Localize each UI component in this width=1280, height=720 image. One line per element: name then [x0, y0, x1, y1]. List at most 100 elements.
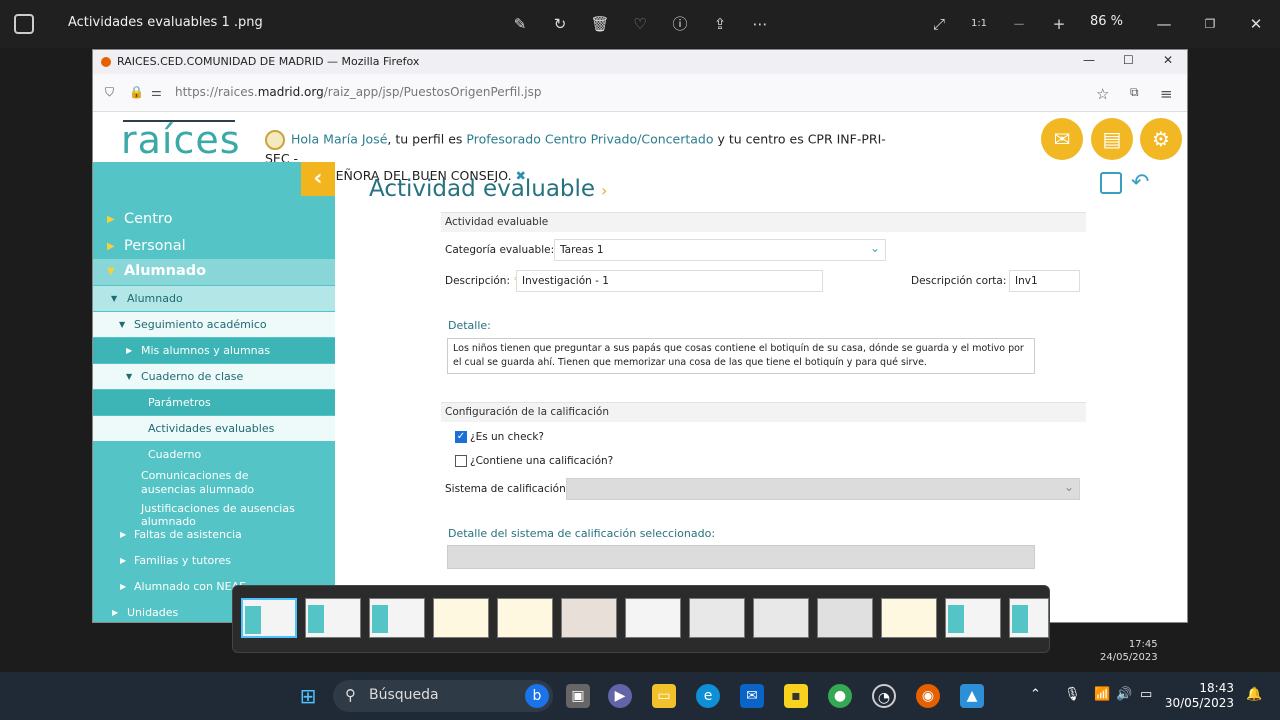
actual-size-button[interactable]: 1:1 — [967, 12, 991, 36]
mail-app-icon[interactable]: ✉ — [740, 684, 764, 708]
info-icon[interactable]: ⓘ — [668, 12, 692, 36]
save-icon[interactable] — [1100, 172, 1122, 194]
bing-icon[interactable]: b — [525, 684, 549, 708]
thumbnail[interactable] — [1009, 598, 1049, 638]
battery-icon[interactable]: ▭ — [1140, 687, 1152, 702]
fullscreen-icon[interactable]: ⤢ — [927, 12, 951, 36]
es-check-label: ¿Es un check? — [470, 431, 544, 443]
ff-minimize-icon[interactable]: — — [1083, 53, 1095, 67]
share-icon[interactable]: ⇪ — [708, 12, 732, 36]
raices-logo[interactable]: raíces — [121, 118, 241, 162]
inner-time: 17:45 — [1128, 639, 1158, 650]
thumbnail[interactable] — [625, 598, 681, 638]
thumbnail[interactable] — [881, 598, 937, 638]
settings-gear-icon[interactable]: ⚙ — [1140, 118, 1182, 160]
thumbnail[interactable] — [305, 598, 361, 638]
sidebar-item-comunicaciones[interactable]: Comunicaciones de ausencias alumnado — [93, 468, 335, 498]
sidebar-item-mis-alumnos[interactable]: ▶ Mis alumnos y alumnas — [93, 338, 335, 363]
taskbar: ⊞ ⚲ Búsqueda b ▣ ▶ ▭ e ✉ ▪ ● ◔ ◉ ▲ ⌃ 🎙 📶… — [0, 672, 1280, 720]
restore-icon[interactable]: ❐ — [1198, 12, 1222, 36]
contiene-calificacion-checkbox[interactable] — [455, 455, 467, 467]
thumbnail[interactable] — [241, 598, 297, 638]
chevron-down-icon: ⌄ — [1063, 480, 1074, 494]
close-icon[interactable]: ✕ — [1244, 12, 1268, 36]
edge-icon[interactable]: e — [696, 684, 720, 708]
mail-icon[interactable]: ✉ — [1041, 118, 1083, 160]
sidebar-item-familias[interactable]: ▶ Familias y tutores — [93, 550, 335, 572]
edit-icon[interactable]: ✎ — [508, 12, 532, 36]
rotate-icon[interactable]: ↻ — [548, 12, 572, 36]
sticky-notes-icon[interactable]: ▪ — [784, 684, 808, 708]
ff-close-icon[interactable]: ✕ — [1163, 53, 1173, 67]
url-path: /raiz_app/jsp/PuestosOrigenPerfil.jsp — [323, 85, 542, 99]
categoria-select[interactable]: Tareas 1 ⌄ — [554, 239, 886, 261]
thumbnail[interactable] — [561, 598, 617, 638]
chrome-icon[interactable]: ● — [828, 684, 852, 708]
address-field[interactable]: https://raices.madrid.org/raiz_app/jsp/P… — [175, 85, 542, 99]
sidebar-item-parametros[interactable]: Parámetros — [93, 390, 335, 415]
shield-icon[interactable]: ⛉ — [105, 85, 114, 100]
permissions-icon[interactable]: ⚌ — [151, 85, 162, 99]
taskbar-search[interactable]: ⚲ Búsqueda — [333, 680, 553, 712]
sidebar-item-personal[interactable]: ▶ Personal — [93, 235, 335, 259]
volume-icon[interactable]: 🔊 — [1116, 687, 1132, 702]
zoom-level[interactable]: 86 % — [1090, 14, 1123, 29]
zoom-in-icon[interactable]: + — [1047, 12, 1071, 36]
photos-taskbar-icon[interactable]: ▲ — [960, 684, 984, 708]
collapse-sidebar-button[interactable]: ‹ — [301, 162, 335, 196]
taskbar-clock[interactable]: 18:43 30/05/2023 — [1165, 681, 1234, 711]
ff-maximize-icon[interactable]: ☐ — [1123, 53, 1134, 67]
bookmark-star-icon[interactable]: ☆ — [1096, 85, 1109, 103]
thumbnail[interactable] — [433, 598, 489, 638]
more-icon[interactable]: ⋯ — [748, 12, 772, 36]
folder-icon[interactable]: ▤ — [1091, 118, 1133, 160]
descripcion-label: Descripción:* — [445, 275, 519, 287]
viewer-title: Actividades evaluables 1 .png — [68, 15, 263, 30]
section-configuracion: Configuración de la calificación — [441, 402, 1086, 422]
minimize-icon[interactable]: — — [1152, 12, 1176, 36]
favorite-icon[interactable]: ♡ — [628, 12, 652, 36]
wifi-icon[interactable]: 📶 — [1094, 687, 1110, 702]
lock-icon[interactable]: 🔒 — [129, 85, 144, 99]
sidebar-item-alumnado[interactable]: ▼ Alumnado — [93, 259, 335, 285]
sidebar-item-centro[interactable]: ▶ Centro — [93, 208, 335, 232]
file-explorer-icon[interactable]: ▭ — [652, 684, 676, 708]
sidebar-item-cuaderno[interactable]: Cuaderno — [93, 442, 335, 467]
teams-icon[interactable]: ▶ — [608, 684, 632, 708]
sidebar-item-seguimiento[interactable]: ▼ Seguimiento académico — [93, 312, 335, 337]
thumbnail[interactable] — [817, 598, 873, 638]
thumbnail[interactable] — [753, 598, 809, 638]
inner-date: 24/05/2023 — [1100, 652, 1158, 663]
url-bar: ⛉ 🔒 ⚌ https://raices.madrid.org/raiz_app… — [93, 74, 1187, 112]
search-placeholder: Búsqueda — [369, 687, 439, 703]
delete-icon[interactable]: 🗑 — [588, 12, 612, 36]
es-check-checkbox[interactable]: ✓ — [455, 431, 467, 443]
tray-chevron-icon[interactable]: ⌃ — [1030, 687, 1041, 702]
thumbnail[interactable] — [945, 598, 1001, 638]
thumbnail[interactable] — [369, 598, 425, 638]
notifications-icon[interactable]: 🔔 — [1246, 687, 1262, 702]
descripcion-input[interactable]: Investigación - 1 — [516, 270, 823, 292]
zoom-out-icon[interactable]: − — [1007, 12, 1031, 36]
thumbnail[interactable] — [497, 598, 553, 638]
task-view-icon[interactable]: ▣ — [566, 684, 590, 708]
extensions-icon[interactable]: ⧉ — [1130, 85, 1139, 100]
thumbnail[interactable] — [689, 598, 745, 638]
detalle-textarea[interactable]: Los niños tienen que preguntar a sus pap… — [447, 338, 1035, 374]
sidebar-item-faltas[interactable]: ▶ Faltas de asistencia — [93, 524, 335, 546]
sidebar-subitem-alumnado[interactable]: ▼ Alumnado — [93, 286, 335, 311]
desc-corta-input[interactable]: Inv1 — [1009, 270, 1080, 292]
sidebar-item-actividades[interactable]: Actividades evaluables — [93, 416, 335, 441]
back-icon[interactable]: ↶ — [1131, 170, 1149, 195]
menu-icon[interactable]: ≡ — [1160, 85, 1173, 103]
app-icon[interactable]: ◔ — [872, 684, 896, 708]
sidebar-item-cuaderno-clase[interactable]: ▼ Cuaderno de clase — [93, 364, 335, 389]
raices-page: raíces Hola María José, tu perfil es Pro… — [93, 112, 1187, 622]
sistema-select[interactable]: ⌄ — [566, 478, 1080, 500]
microphone-icon[interactable]: 🎙 — [1064, 687, 1081, 702]
sidebar-item-justificaciones[interactable]: Justificaciones de ausencias alumnado — [93, 500, 335, 528]
sistema-label: Sistema de calificación:* — [445, 483, 579, 495]
firefox-logo-icon — [101, 57, 111, 67]
firefox-icon[interactable]: ◉ — [916, 684, 940, 708]
start-windows-icon[interactable]: ⊞ — [296, 684, 320, 708]
